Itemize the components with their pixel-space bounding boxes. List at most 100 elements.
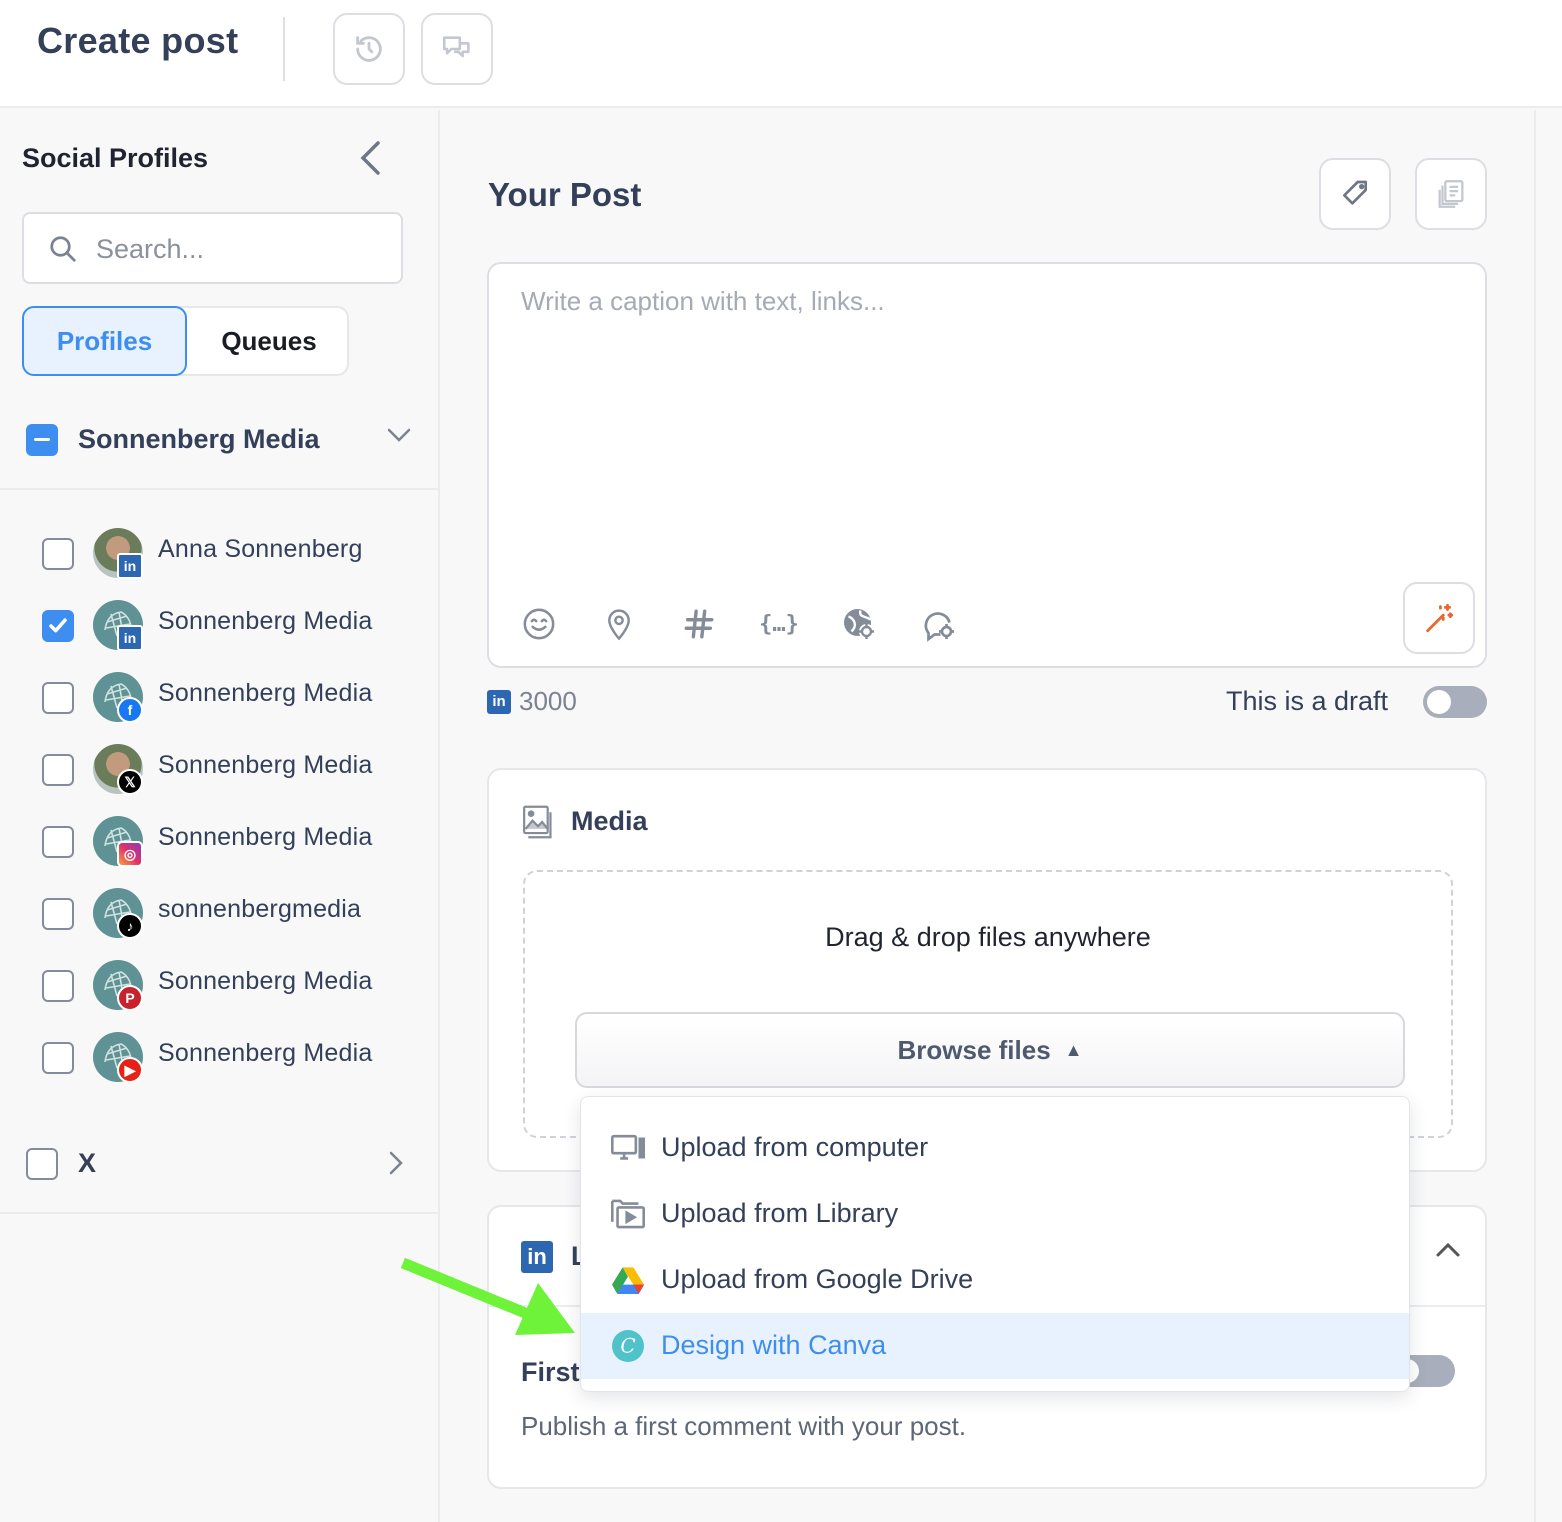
profiles-queues-tabs: Profiles Queues [22,306,349,376]
history-icon [356,36,382,62]
menu-item-google-drive[interactable]: Upload from Google Drive [581,1247,1409,1313]
media-icon [523,805,552,839]
profile-group-x: X [0,1116,438,1214]
google-drive-icon [611,1264,645,1296]
svg-text:C: C [620,1334,635,1358]
profile-row[interactable]: ♪ sonnenbergmedia [0,874,438,946]
media-title: Media [571,806,648,836]
dropzone-text: Drag & drop files anywhere [825,922,1151,952]
pinterest-icon: P [117,985,143,1011]
profile-row[interactable]: 𝕏 Sonnenberg Media [0,730,438,802]
facebook-icon: f [117,697,143,723]
menu-item-upload-library[interactable]: Upload from Library [581,1181,1409,1247]
comments-button[interactable] [421,13,493,85]
profile-name: sonnenbergmedia [158,895,362,923]
avatar: ♪ [93,888,143,939]
variables-button[interactable]: {…} [759,604,799,644]
profile-checkbox[interactable] [42,754,74,786]
profile-row[interactable]: f Sonnenberg Media [0,658,438,730]
menu-item-upload-computer[interactable]: Upload from computer [581,1115,1409,1181]
header-divider [283,17,285,81]
profile-name: Sonnenberg Media [158,607,373,635]
templates-button[interactable] [1415,158,1487,230]
tag-icon [1343,180,1367,205]
annotation-arrow [400,1257,575,1335]
draft-label: This is a draft [1226,686,1389,716]
browse-files-button[interactable]: Browse files ▲ [575,1012,1405,1088]
profile-row[interactable]: in Anna Sonnenberg [0,514,438,586]
your-post-title: Your Post [488,176,642,213]
linkedin-icon: in [487,689,511,714]
location-button[interactable] [599,604,639,644]
ai-assist-button[interactable] [1403,582,1475,654]
menu-item-label: Upload from Library [661,1198,899,1228]
sidebar-title: Social Profiles [22,143,209,173]
profile-row[interactable]: ◎ Sonnenberg Media [0,802,438,874]
x-group-name: X [78,1148,97,1178]
profile-checkbox[interactable] [42,1042,74,1074]
character-counter: in 3000 [487,686,577,717]
group-checkbox-partial[interactable] [26,424,58,456]
location-icon [608,609,630,641]
tags-button[interactable] [1319,158,1391,230]
menu-item-label: Design with Canva [661,1330,887,1360]
emoji-button[interactable] [519,604,559,644]
chevron-down-icon[interactable] [386,426,412,444]
browse-files-label: Browse files [897,1034,1051,1065]
magic-wand-icon [1426,603,1454,633]
globe-settings-button[interactable] [839,604,879,644]
main-divider [1534,110,1536,1522]
avatar: ▶ [93,1032,143,1083]
linkedin-icon: in [117,553,143,579]
x-icon: 𝕏 [117,769,143,795]
templates-icon [1438,180,1464,208]
profile-name: Anna Sonnenberg [158,535,363,563]
group-name: Sonnenberg Media [78,424,320,454]
collapse-sidebar-button[interactable] [352,138,388,178]
char-count: 3000 [519,686,577,716]
x-group-checkbox[interactable] [26,1148,58,1180]
youtube-icon: ▶ [117,1057,143,1083]
profile-name: Sonnenberg Media [158,679,373,707]
library-icon [611,1198,645,1230]
profile-name: Sonnenberg Media [158,823,373,851]
profile-checkbox[interactable] [42,898,74,930]
profile-row[interactable]: in Sonnenberg Media [0,586,438,658]
avatar: in [93,600,143,651]
comment-settings-button[interactable] [919,604,959,644]
menu-item-design-canva[interactable]: C Design with Canva [581,1313,1409,1379]
tab-profiles[interactable]: Profiles [22,306,187,376]
hashtag-button[interactable] [679,604,719,644]
linkedin-icon: in [117,625,143,651]
page-title: Create post [37,20,239,61]
browse-files-menu: Upload from computer Upload from Library… [580,1096,1410,1392]
profile-checkbox[interactable] [42,970,74,1002]
comments-icon [442,36,470,58]
menu-item-label: Upload from Google Drive [661,1264,974,1294]
profile-name: Sonnenberg Media [158,1039,373,1067]
emoji-icon [523,608,555,640]
tiktok-icon: ♪ [117,913,143,939]
chevron-up-icon[interactable] [1435,1241,1461,1259]
profile-row[interactable]: ▶ Sonnenberg Media [0,1018,438,1090]
profile-checkbox[interactable] [42,538,74,570]
search-box [22,212,403,284]
profile-checkbox[interactable] [42,682,74,714]
profile-row[interactable]: P Sonnenberg Media [0,946,438,1018]
search-input[interactable] [96,228,386,270]
profile-checkbox[interactable] [42,610,74,642]
computer-icon [611,1132,645,1164]
caption-input[interactable] [521,286,1381,546]
profile-name: Sonnenberg Media [158,967,373,995]
tab-queues[interactable]: Queues [189,306,349,376]
globe-icon [844,609,874,639]
chevron-right-icon[interactable] [388,1150,404,1176]
first-comment-title: First [521,1357,580,1387]
history-button[interactable] [333,13,405,85]
variables-icon: {…} [759,611,799,637]
profile-checkbox[interactable] [42,826,74,858]
canva-icon: C [611,1330,645,1362]
draft-toggle[interactable] [1423,686,1487,718]
menu-item-label: Upload from computer [661,1132,929,1162]
avatar: 𝕏 [93,744,143,795]
